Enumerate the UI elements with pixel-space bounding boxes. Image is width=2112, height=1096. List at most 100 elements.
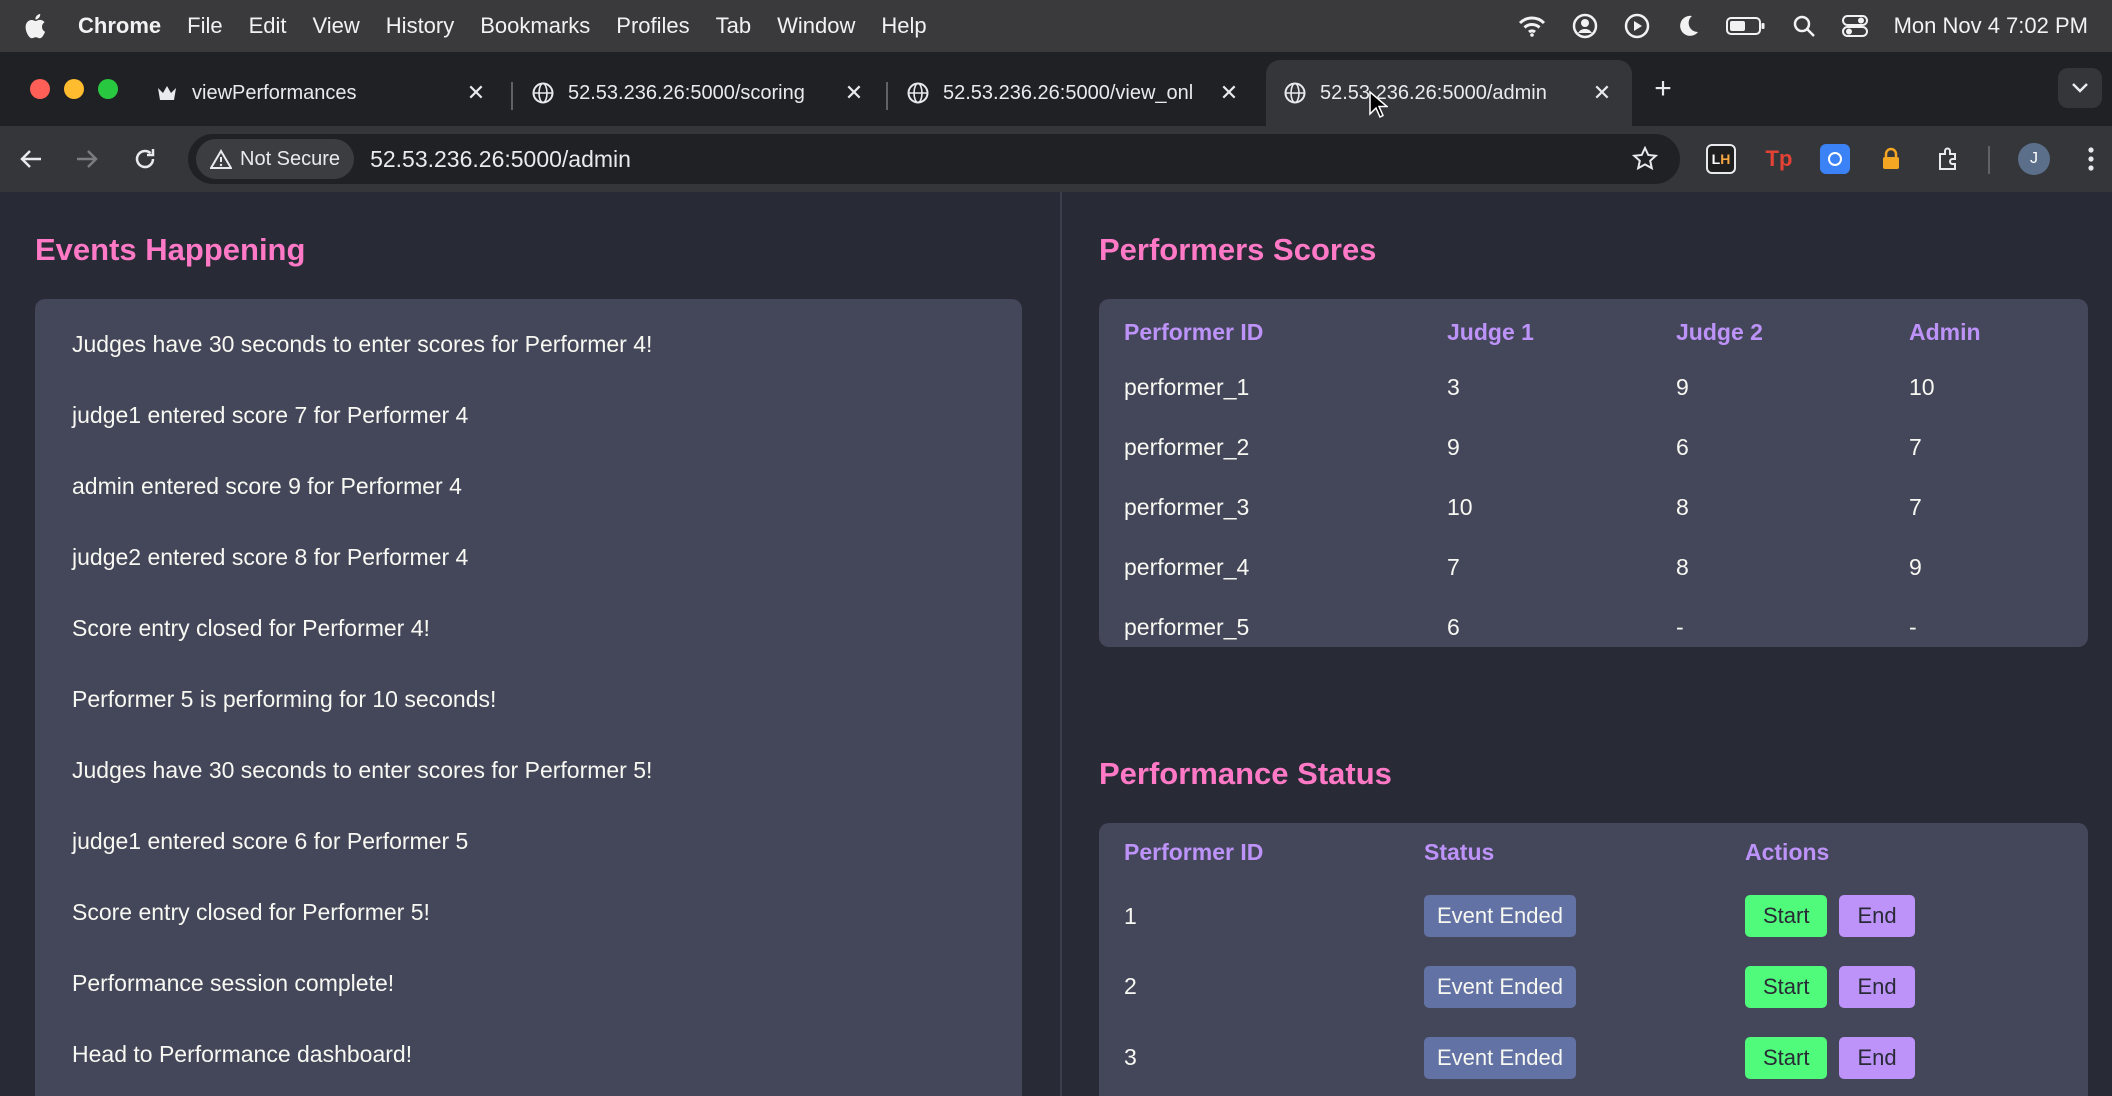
browser-toolbar: Not Secure 52.53.236.26:5000/admin LH Tp… [0,126,2112,192]
tab-scoring[interactable]: 52.53.236.26:5000/scoring ✕ [514,60,884,126]
page-content: Events Happening Judges have 30 seconds … [0,192,2112,1096]
menu-view[interactable]: View [313,13,360,39]
table-row: performer_4 7 8 9 [1124,537,2063,597]
toolbar-separator [1988,146,1990,174]
end-button[interactable]: End [1839,1036,1915,1079]
close-tab-icon[interactable]: ✕ [464,80,488,105]
globe-icon [532,82,554,104]
table-row: performer_1 3 9 10 [1124,357,2063,417]
performer-id-cell: 1 [1124,902,1137,929]
back-button[interactable] [14,142,48,176]
event-item: Performer 5 is performing for 10 seconds… [72,686,497,712]
lock-extension-icon[interactable] [1876,144,1906,174]
back-arrow-icon [20,150,41,168]
tab-separator [511,82,513,110]
table-row: 3 Event Ended Start End [1124,1022,2063,1093]
lighthouse-extension-icon[interactable]: LH [1706,144,1736,174]
minimize-window-button[interactable] [64,79,84,99]
event-item: judge1 entered score 6 for Performer 5 [72,828,469,854]
judge2-score-cell: 8 [1676,493,1689,520]
address-bar[interactable]: Not Secure 52.53.236.26:5000/admin [188,134,1680,184]
column-header: Judge 2 [1676,318,1763,345]
profile-avatar[interactable]: J [2018,143,2050,175]
start-button[interactable]: Start [1745,895,1828,937]
battery-icon[interactable] [1725,16,1766,36]
forward-button[interactable] [70,142,104,176]
judge2-score-cell: 8 [1676,553,1689,580]
column-divider [1060,192,1062,1096]
new-tab-button[interactable]: + [1646,72,1680,106]
menu-window[interactable]: Window [777,13,855,39]
judge2-score-cell: 6 [1676,433,1689,460]
performer-id-cell: performer_3 [1124,493,1250,520]
url-text[interactable]: 52.53.236.26:5000/admin [370,146,631,173]
menu-help[interactable]: Help [881,13,926,39]
tab-admin[interactable]: 52.53.236.26:5000/admin ✕ [1266,60,1632,126]
menu-tab[interactable]: Tab [716,13,751,39]
menu-bookmarks[interactable]: Bookmarks [480,13,590,39]
user-account-icon[interactable] [1572,13,1598,39]
event-item: Head to Performance dashboard! [72,1041,413,1067]
menu-file[interactable]: File [187,13,222,39]
column-header: Actions [1745,838,1830,865]
performer-id-cell: performer_5 [1124,613,1250,640]
table-row: 1 Event Ended Start End [1124,881,2063,951]
blue-extension-icon[interactable] [1820,144,1850,174]
column-header: Judge 1 [1447,318,1534,345]
moon-icon[interactable] [1676,14,1700,38]
judge1-score-cell: 9 [1447,433,1460,460]
status-heading: Performance Status [1099,756,1392,791]
judge1-score-cell: 6 [1447,613,1460,640]
close-tab-icon[interactable]: ✕ [1590,80,1614,105]
apple-icon[interactable] [24,13,48,39]
more-menu-icon[interactable] [2076,144,2106,174]
close-tab-icon[interactable]: ✕ [1217,80,1241,105]
spotlight-search-icon[interactable] [1792,14,1816,38]
reload-icon [135,149,155,169]
mouse-cursor-icon [1369,90,1388,119]
globe-icon [907,82,929,104]
performer-id-cell: performer_2 [1124,433,1250,460]
start-button[interactable]: Start [1745,965,1828,1008]
control-center-icon[interactable] [1841,14,1868,38]
judge2-score-cell: - [1676,613,1684,640]
column-header: Status [1424,838,1495,865]
bookmark-star-icon[interactable] [1631,145,1659,177]
event-item: Performance session complete! [72,970,395,996]
close-tab-icon[interactable]: ✕ [842,80,866,105]
table-row: performer_5 6 - - [1124,597,2063,657]
events-heading: Events Happening [35,232,306,267]
menu-profiles[interactable]: Profiles [616,13,689,39]
maximize-window-button[interactable] [98,79,118,99]
menu-bar-clock[interactable]: Mon Nov 4 7:02 PM [1894,13,2088,39]
site-security-chip[interactable]: Not Secure [196,139,355,179]
judge1-score-cell: 7 [1447,553,1460,580]
status-badge: Event Ended [1424,965,1576,1008]
reload-button[interactable] [128,142,162,176]
tp-extension-icon[interactable]: Tp [1764,144,1794,174]
globe-icon [1284,82,1306,104]
tab-separator [886,82,888,110]
end-button[interactable]: End [1839,895,1915,937]
menu-edit[interactable]: Edit [249,13,287,39]
column-header: Performer ID [1124,838,1264,865]
wifi-icon[interactable] [1518,15,1546,37]
table-row: performer_3 10 8 7 [1124,477,2063,537]
end-button[interactable]: End [1839,965,1915,1008]
menu-app-name[interactable]: Chrome [78,13,161,39]
tab-search-button[interactable] [2058,68,2102,108]
performer-id-cell: 3 [1124,1044,1137,1070]
performer-id-cell: 2 [1124,973,1137,999]
performer-id-cell: performer_4 [1124,553,1250,580]
status-table: Performer ID Status Actions 1 Event Ende… [1124,823,2063,1093]
event-item: judge2 entered score 8 for Performer 4 [72,544,469,570]
tab-view-online[interactable]: 52.53.236.26:5000/view_onl ✕ [889,60,1259,126]
start-button[interactable]: Start [1745,1036,1828,1079]
close-window-button[interactable] [30,79,50,99]
menu-history[interactable]: History [386,13,454,39]
tab-view-performances[interactable]: viewPerformances ✕ [138,60,506,126]
macos-menu-bar: Chrome File Edit View History Bookmarks … [0,0,2112,52]
play-icon[interactable] [1624,13,1650,39]
extensions-puzzle-icon[interactable] [1934,144,1964,174]
judge1-score-cell: 3 [1447,373,1460,400]
